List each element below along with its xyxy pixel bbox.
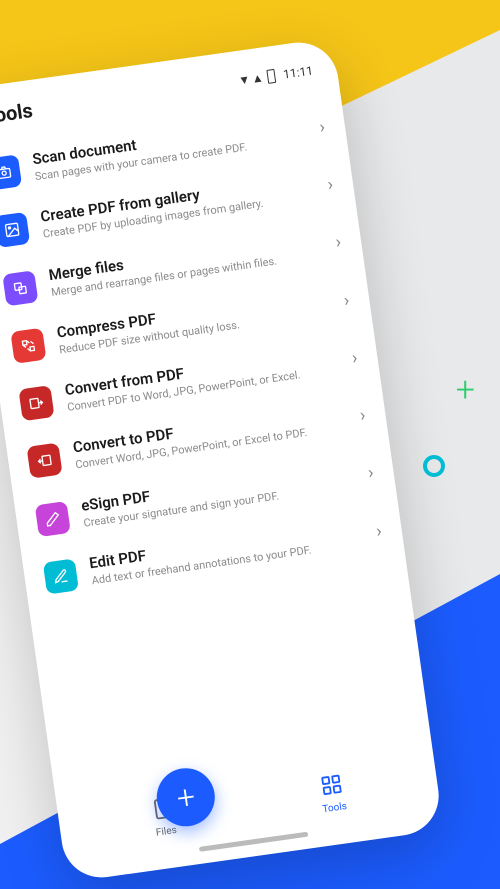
clock: 11:11 <box>282 64 314 82</box>
wifi-icon <box>240 72 249 89</box>
decorative-circle-icon <box>423 455 445 477</box>
battery-icon <box>266 69 276 84</box>
chevron-right-icon: › <box>375 520 383 542</box>
edit-icon <box>43 559 79 595</box>
chevron-right-icon: › <box>318 116 326 138</box>
page-title: Tools <box>0 98 34 129</box>
phone-frame: Tools 11:11 Scan documentScan pages with… <box>0 37 444 882</box>
nav-files-label: Files <box>155 825 177 839</box>
status-icons: 11:11 <box>240 63 314 89</box>
tools-icon <box>319 772 345 802</box>
gallery-icon <box>0 212 30 248</box>
merge-icon <box>2 270 38 306</box>
chevron-right-icon: › <box>359 405 367 427</box>
nav-tools-label: Tools <box>322 801 348 815</box>
esign-icon <box>35 501 71 537</box>
plus-icon: + <box>175 780 197 814</box>
chevron-right-icon: › <box>334 232 342 254</box>
chevron-right-icon: › <box>350 347 358 369</box>
nav-tools[interactable]: Tools <box>246 762 420 825</box>
decorative-plus-icon: + <box>456 370 475 410</box>
convert-from-icon <box>18 385 54 421</box>
camera-icon <box>0 154 22 190</box>
signal-icon <box>251 71 265 87</box>
chevron-right-icon: › <box>367 463 375 485</box>
chevron-right-icon: › <box>342 289 350 311</box>
tools-list[interactable]: Scan documentScan pages with your camera… <box>0 87 433 802</box>
compress-icon <box>10 328 46 364</box>
chevron-right-icon: › <box>326 174 334 196</box>
convert-to-icon <box>27 443 63 479</box>
